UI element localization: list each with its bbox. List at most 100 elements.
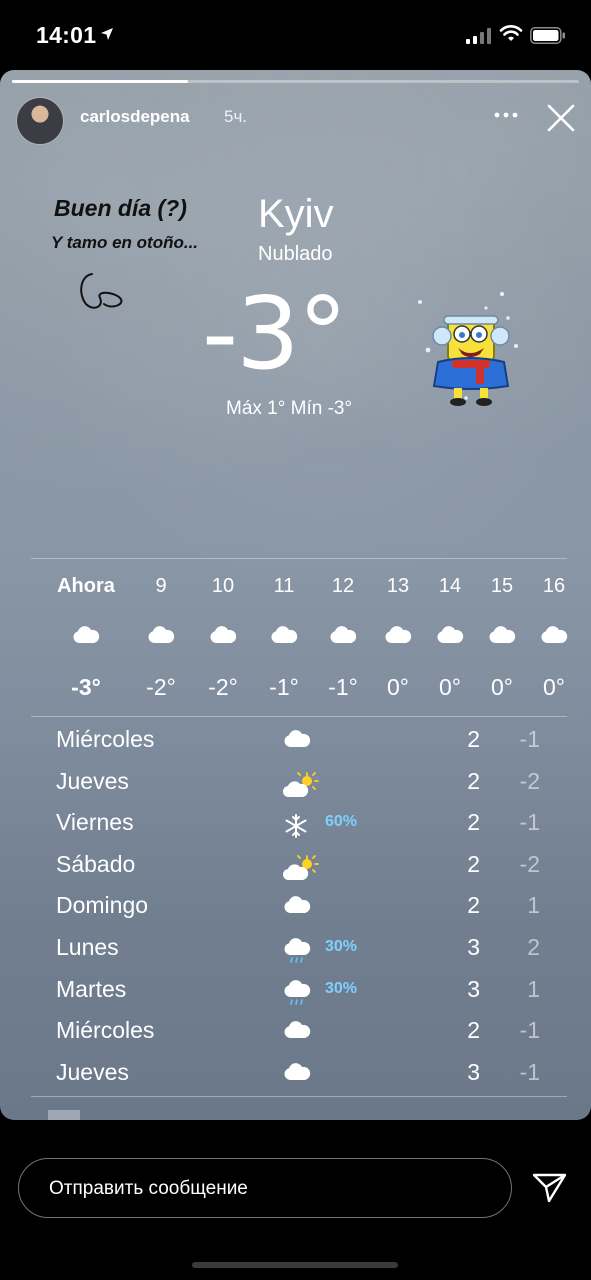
status-bar: 14:01	[0, 0, 591, 70]
wifi-icon	[499, 25, 523, 41]
hour-temperature: 0°	[439, 674, 461, 700]
hour-temperature: 0°	[543, 674, 565, 700]
weather-footer	[0, 1100, 591, 1120]
story-progress-fill	[12, 80, 188, 83]
hourly-divider-top	[31, 558, 567, 559]
cloud-icon	[72, 626, 100, 649]
daily-row: Lunes 30% 3 2	[0, 934, 591, 974]
day-name: Sábado	[56, 850, 136, 877]
day-high-temperature: 3	[467, 1058, 480, 1085]
more-options-icon[interactable]	[494, 105, 518, 125]
reply-input[interactable]: Отправить сообщение	[18, 1158, 512, 1218]
caption-line-1: Buen día (?)	[54, 195, 187, 221]
cloud-icon	[283, 730, 311, 753]
day-name: Viernes	[56, 809, 134, 836]
day-name: Lunes	[56, 934, 119, 960]
day-high-temperature: 2	[467, 726, 480, 752]
snowflake-icon	[283, 813, 309, 844]
daily-row: Martes 30% 3 1	[0, 976, 591, 1016]
daily-row: Jueves 2 -2	[0, 768, 591, 808]
day-high-temperature: 3	[467, 975, 480, 1002]
cloud-icon	[384, 626, 412, 649]
cloud-rain-icon	[283, 979, 313, 1013]
hourly-divider-bottom	[31, 716, 567, 717]
home-indicator	[192, 1262, 398, 1268]
precipitation-probability: 30%	[325, 979, 358, 997]
day-low-temperature: -1	[519, 1058, 540, 1085]
day-low-temperature: -1	[519, 726, 540, 752]
daily-row: Viernes 60% 2 -1	[0, 809, 591, 849]
day-low-temperature: -1	[519, 809, 540, 836]
max-min-temperature: Máx 1° Mín -3°	[226, 398, 353, 419]
cloud-icon	[270, 626, 298, 649]
current-temperature: -3°	[202, 275, 348, 392]
cloud-icon	[488, 626, 516, 649]
daily-row: Miércoles 2 -1	[0, 1017, 591, 1057]
story-card[interactable]: carlosdepena 5ч. Buen día (?) Y tamo en …	[0, 70, 591, 1120]
hour-label: 13	[386, 575, 410, 597]
hour-label: 11	[273, 575, 295, 597]
day-name: Jueves	[56, 1058, 129, 1085]
day-high-temperature: 2	[467, 850, 480, 877]
hour-temperature: -2°	[208, 674, 238, 700]
day-low-temperature: -1	[519, 1017, 540, 1044]
day-name: Martes	[56, 975, 127, 1002]
hour-temperature: -2°	[146, 674, 176, 700]
precipitation-probability: 60%	[325, 813, 358, 831]
hour-label: 10	[211, 575, 235, 597]
day-low-temperature: 1	[527, 975, 540, 1002]
weather-condition: Nublado	[258, 243, 333, 265]
posted-time: 5ч.	[224, 107, 248, 126]
day-high-temperature: 2	[467, 767, 480, 794]
hour-temperature: -1°	[328, 674, 358, 700]
battery-icon	[530, 27, 565, 44]
hour-temperature: 0°	[387, 674, 409, 700]
cloud-icon	[283, 1021, 311, 1044]
cloud-icon	[540, 626, 568, 649]
precipitation-probability: 30%	[325, 938, 358, 955]
hour-label: 15	[490, 575, 514, 597]
day-low-temperature: -2	[519, 850, 540, 877]
day-name: Miércoles	[56, 1017, 155, 1044]
hour-label: Ahora	[57, 575, 115, 597]
day-high-temperature: 2	[467, 892, 480, 919]
day-low-temperature: 1	[527, 892, 540, 919]
partly-sunny-icon	[282, 854, 319, 886]
caption-line-2: Y tamo en otoño...	[51, 233, 199, 252]
day-low-temperature: -2	[519, 767, 540, 794]
cellular-signal-icon	[466, 28, 491, 44]
partly-sunny-icon	[282, 771, 319, 803]
daily-row: Sábado 2 -2	[0, 851, 591, 891]
cloud-icon	[329, 626, 357, 649]
send-icon[interactable]	[532, 1172, 568, 1204]
close-icon[interactable]	[546, 103, 576, 133]
doodle-drawing	[80, 273, 123, 309]
city-name: Kyiv	[258, 192, 334, 236]
hour-temperature: -3°	[71, 674, 101, 700]
hour-temperature: -1°	[269, 674, 299, 700]
day-high-temperature: 2	[467, 809, 480, 836]
daily-row: Jueves 3 -1	[0, 1059, 591, 1099]
spongebob-sticker[interactable]	[412, 288, 524, 408]
hour-label: 9	[155, 575, 167, 597]
hour-label: 16	[542, 575, 566, 597]
day-high-temperature: 3	[467, 934, 480, 960]
footer-logo	[48, 1110, 80, 1120]
day-name: Miércoles	[56, 726, 155, 752]
cloud-icon	[283, 896, 311, 919]
cloud-icon	[209, 626, 237, 649]
avatar[interactable]	[16, 97, 64, 145]
username[interactable]: carlosdepena	[80, 107, 190, 127]
location-arrow-icon	[101, 28, 113, 40]
day-name: Domingo	[56, 892, 149, 919]
status-time: 14:01	[36, 22, 97, 48]
day-name: Jueves	[56, 767, 129, 794]
cloud-icon	[147, 626, 175, 649]
hour-label: 14	[438, 575, 462, 597]
cloud-icon	[436, 626, 464, 649]
hour-temperature: 0°	[491, 674, 513, 700]
hour-label: 12	[331, 575, 355, 597]
daily-row: Miércoles 2 -1	[0, 726, 591, 766]
day-high-temperature: 2	[467, 1017, 480, 1044]
reply-placeholder: Отправить сообщение	[49, 1178, 248, 1199]
